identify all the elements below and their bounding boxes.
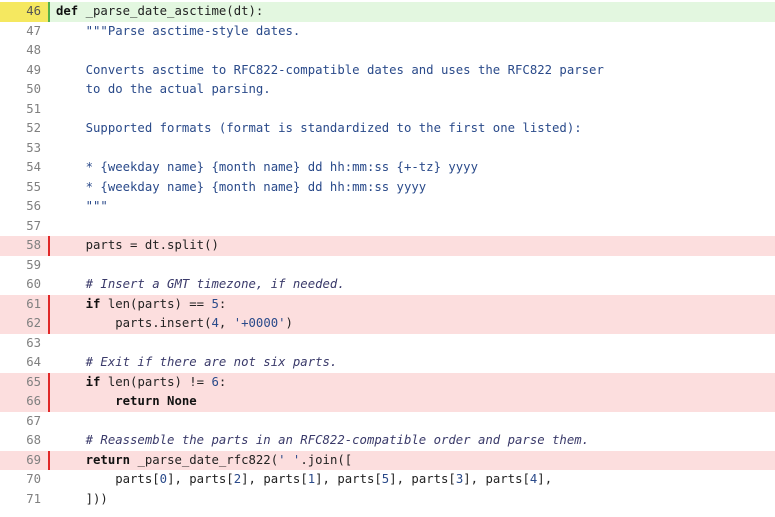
line-number[interactable]: 52: [0, 119, 48, 139]
line-number[interactable]: 68: [0, 431, 48, 451]
line-number[interactable]: 55: [0, 178, 48, 198]
code-line-58[interactable]: 58 parts = dt.split(): [0, 236, 775, 256]
line-number[interactable]: 46: [0, 2, 48, 22]
code-line-61[interactable]: 61 if len(parts) == 5:: [0, 294, 775, 315]
line-source: # Reassemble the parts in an RFC822-comp…: [56, 433, 590, 447]
line-number[interactable]: 56: [0, 197, 48, 217]
line-source: """: [56, 199, 108, 213]
line-source: * {weekday name} {month name} dd hh:mm:s…: [56, 160, 478, 174]
code-view: 46 def _parse_date_asctime(dt): 47 """Par…: [0, 0, 775, 509]
code-line-53[interactable]: 53: [0, 139, 775, 159]
line-source: return _parse_date_rfc822(' '.join([: [85, 452, 353, 467]
code-line-49[interactable]: 49 Converts asctime to RFC822-compatible…: [0, 61, 775, 81]
line-number[interactable]: 49: [0, 61, 48, 81]
line-number[interactable]: 58: [0, 236, 48, 256]
line-source: # Exit if there are not six parts.: [56, 355, 338, 369]
code-line-70[interactable]: 70 parts[0], parts[2], parts[1], parts[5…: [0, 470, 775, 490]
line-number[interactable]: 64: [0, 353, 48, 373]
line-source: parts[0], parts[2], parts[1], parts[5], …: [56, 472, 553, 486]
line-number[interactable]: 57: [0, 217, 48, 237]
line-source: return None: [115, 394, 197, 408]
code-line-62[interactable]: 62 parts.insert(4, '+0000'): [0, 314, 775, 334]
line-number[interactable]: 48: [0, 41, 48, 61]
code-line-63[interactable]: 63: [0, 334, 775, 354]
line-number[interactable]: 71: [0, 490, 48, 510]
line-source: """Parse asctime-style dates.: [56, 23, 301, 38]
line-number[interactable]: 63: [0, 334, 48, 354]
code-line-51[interactable]: 51: [0, 100, 775, 120]
code-line-50[interactable]: 50 to do the actual parsing.: [0, 80, 775, 100]
line-source: if len(parts) == 5:: [85, 296, 227, 311]
code-line-68[interactable]: 68 # Reassemble the parts in an RFC822-c…: [0, 431, 775, 451]
line-source: ])): [56, 491, 108, 506]
line-source: parts.insert(4, '+0000'): [56, 316, 293, 330]
line-source: Supported formats (format is standardize…: [56, 121, 582, 135]
line-number[interactable]: 51: [0, 100, 48, 120]
line-number[interactable]: 62: [0, 314, 48, 334]
line-source: to do the actual parsing.: [56, 82, 271, 96]
line-source: Converts asctime to RFC822-compatible da…: [56, 62, 604, 77]
line-number[interactable]: 65: [0, 373, 48, 393]
line-number[interactable]: 47: [0, 22, 48, 42]
line-number[interactable]: 69: [0, 451, 48, 471]
line-source: if len(parts) != 6:: [85, 374, 227, 389]
code-line-59[interactable]: 59: [0, 256, 775, 276]
line-number[interactable]: 70: [0, 470, 48, 490]
code-line-60[interactable]: 60 # Insert a GMT timezone, if needed.: [0, 275, 775, 295]
line-number[interactable]: 66: [0, 392, 48, 412]
code-line-46[interactable]: 46 def _parse_date_asctime(dt):: [0, 2, 775, 22]
line-number[interactable]: 50: [0, 80, 48, 100]
code-line-65[interactable]: 65 if len(parts) != 6:: [0, 372, 775, 393]
line-source: def _parse_date_asctime(dt):: [56, 4, 264, 18]
line-source: # Insert a GMT timezone, if needed.: [56, 277, 345, 291]
code-line-48[interactable]: 48: [0, 41, 775, 61]
line-number[interactable]: 59: [0, 256, 48, 276]
line-source: * {weekday name} {month name} dd hh:mm:s…: [56, 179, 427, 194]
line-number[interactable]: 61: [0, 295, 48, 315]
line-number[interactable]: 67: [0, 412, 48, 432]
code-line-67[interactable]: 67: [0, 412, 775, 432]
code-line-66[interactable]: 66 return None: [0, 392, 775, 412]
code-line-54[interactable]: 54 * {weekday name} {month name} dd hh:m…: [0, 158, 775, 178]
code-line-57[interactable]: 57: [0, 217, 775, 237]
code-line-69[interactable]: 69 return _parse_date_rfc822(' '.join([: [0, 450, 775, 471]
code-line-71[interactable]: 71 ])): [0, 490, 775, 510]
line-number[interactable]: 60: [0, 275, 48, 295]
code-line-64[interactable]: 64 # Exit if there are not six parts.: [0, 353, 775, 373]
code-line-52[interactable]: 52 Supported formats (format is standard…: [0, 119, 775, 139]
line-number[interactable]: 53: [0, 139, 48, 159]
code-line-56[interactable]: 56 """: [0, 197, 775, 217]
line-source: parts = dt.split(): [56, 238, 219, 252]
line-number[interactable]: 54: [0, 158, 48, 178]
code-line-47[interactable]: 47 """Parse asctime-style dates.: [0, 22, 775, 42]
code-line-55[interactable]: 55 * {weekday name} {month name} dd hh:m…: [0, 178, 775, 198]
